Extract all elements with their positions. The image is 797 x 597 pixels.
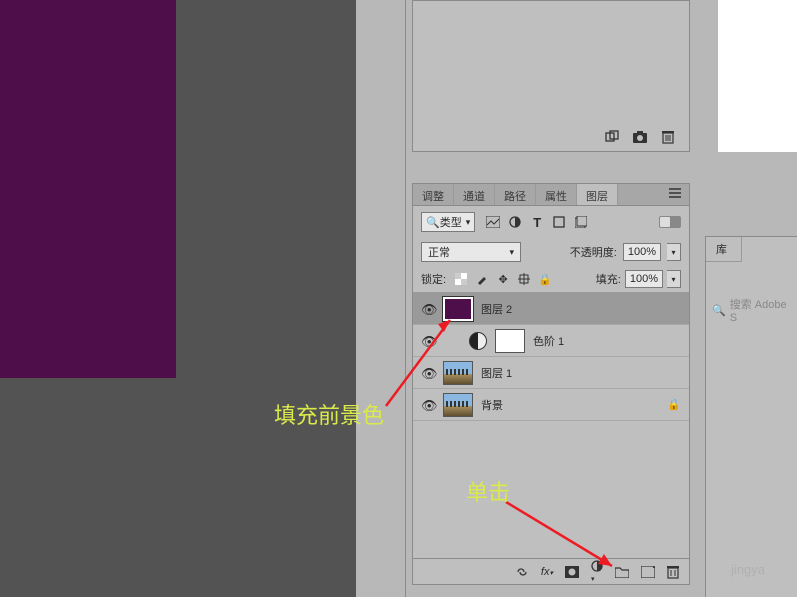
new-layer-icon[interactable] xyxy=(641,566,655,578)
filter-smart-icon[interactable] xyxy=(574,215,588,229)
filter-text-icon[interactable]: T xyxy=(530,215,544,229)
annotation-text: 单击 xyxy=(466,475,510,507)
library-panel: 库 🔍 搜索 Adobe S xyxy=(705,236,797,597)
layer-item[interactable]: 👁 色阶 1 xyxy=(413,325,689,357)
adjustment-layer-icon[interactable]: ▾ xyxy=(591,560,603,584)
group-icon[interactable] xyxy=(615,566,629,578)
adjustment-icon[interactable] xyxy=(469,332,487,350)
layer-item[interactable]: 👁 图层 2 xyxy=(413,293,689,325)
visibility-icon[interactable]: 👁 xyxy=(421,302,435,316)
layer-filter-type[interactable]: 🔍 类型 ▾ xyxy=(421,212,475,232)
layer-name[interactable]: 色阶 1 xyxy=(533,333,564,349)
visibility-icon[interactable]: 👁 xyxy=(421,334,435,348)
layer-list: 👁 图层 2 👁 色阶 1 👁 图层 1 👁 背景 🔒 xyxy=(413,292,689,421)
tab-library[interactable]: 库 xyxy=(706,237,742,262)
mask-icon[interactable] xyxy=(565,566,579,578)
tab-adjustments[interactable]: 调整 xyxy=(413,184,454,205)
snap-icon[interactable] xyxy=(605,130,619,144)
layer-name[interactable]: 图层 1 xyxy=(481,365,512,381)
chevron-down-icon: ▾ xyxy=(509,247,514,258)
panel-tabs: 调整 通道 路径 属性 图层 xyxy=(412,183,690,205)
layer-thumbnail[interactable] xyxy=(443,361,473,385)
blend-mode-value: 正常 xyxy=(428,244,450,260)
search-icon: 🔍 xyxy=(426,216,440,229)
trash-icon[interactable] xyxy=(661,130,675,144)
layer-mask-thumbnail[interactable] xyxy=(495,329,525,353)
layer-thumbnail[interactable] xyxy=(443,393,473,417)
layer-name[interactable]: 图层 2 xyxy=(481,301,512,317)
tab-channels[interactable]: 通道 xyxy=(454,184,495,205)
blend-mode-select[interactable]: 正常 ▾ xyxy=(421,242,521,262)
lock-icon: 🔒 xyxy=(667,398,681,411)
layer-item[interactable]: 👁 图层 1 xyxy=(413,357,689,389)
tab-properties[interactable]: 属性 xyxy=(536,184,577,205)
tab-paths[interactable]: 路径 xyxy=(495,184,536,205)
opacity-label: 不透明度: xyxy=(570,244,617,260)
filter-type-label: 类型 xyxy=(440,214,462,230)
delete-icon[interactable] xyxy=(667,565,679,579)
white-area xyxy=(718,0,797,152)
opacity-input[interactable]: 100% xyxy=(623,243,661,261)
panel-menu-icon[interactable] xyxy=(661,184,689,205)
layers-panel: 🔍 类型 ▾ T 正常 ▾ 不透明度: 100% ▾ 锁定: ✥ 🔒 xyxy=(412,205,690,585)
panel-divider[interactable] xyxy=(370,0,406,597)
watermark: jingya xyxy=(731,562,765,577)
fx-icon[interactable]: fx▾ xyxy=(541,566,553,578)
visibility-icon[interactable]: 👁 xyxy=(421,366,435,380)
filter-pixel-icon[interactable] xyxy=(486,215,500,229)
lock-label: 锁定: xyxy=(421,271,446,287)
camera-icon[interactable] xyxy=(633,130,647,144)
layer-name[interactable]: 背景 xyxy=(481,397,503,413)
lock-position-icon[interactable]: ✥ xyxy=(496,272,510,286)
link-layers-icon[interactable] xyxy=(515,566,529,578)
canvas-content xyxy=(0,0,176,378)
fill-dropdown[interactable]: ▾ xyxy=(667,270,681,288)
chevron-down-icon: ▾ xyxy=(466,217,471,228)
lock-pixels-icon[interactable] xyxy=(475,272,489,286)
opacity-dropdown[interactable]: ▾ xyxy=(667,243,681,261)
layer-item[interactable]: 👁 背景 🔒 xyxy=(413,389,689,421)
search-placeholder: 搜索 Adobe S xyxy=(730,296,791,324)
lock-all-icon[interactable]: 🔒 xyxy=(538,272,552,286)
upper-panel xyxy=(412,0,690,152)
annotation-text: 填充前景色 xyxy=(274,398,384,430)
canvas-area[interactable] xyxy=(0,0,356,597)
filter-adjust-icon[interactable] xyxy=(508,215,522,229)
lock-artboard-icon[interactable] xyxy=(517,272,531,286)
fill-input[interactable]: 100% xyxy=(625,270,663,288)
layer-thumbnail[interactable] xyxy=(443,297,473,321)
lock-transparent-icon[interactable] xyxy=(454,272,468,286)
library-search[interactable]: 🔍 搜索 Adobe S xyxy=(706,292,797,328)
tab-layers[interactable]: 图层 xyxy=(577,184,618,205)
visibility-icon[interactable]: 👁 xyxy=(421,398,435,412)
filter-shape-icon[interactable] xyxy=(552,215,566,229)
filter-toggle[interactable] xyxy=(659,216,681,228)
search-icon: 🔍 xyxy=(712,304,726,317)
fill-label: 填充: xyxy=(596,271,621,287)
